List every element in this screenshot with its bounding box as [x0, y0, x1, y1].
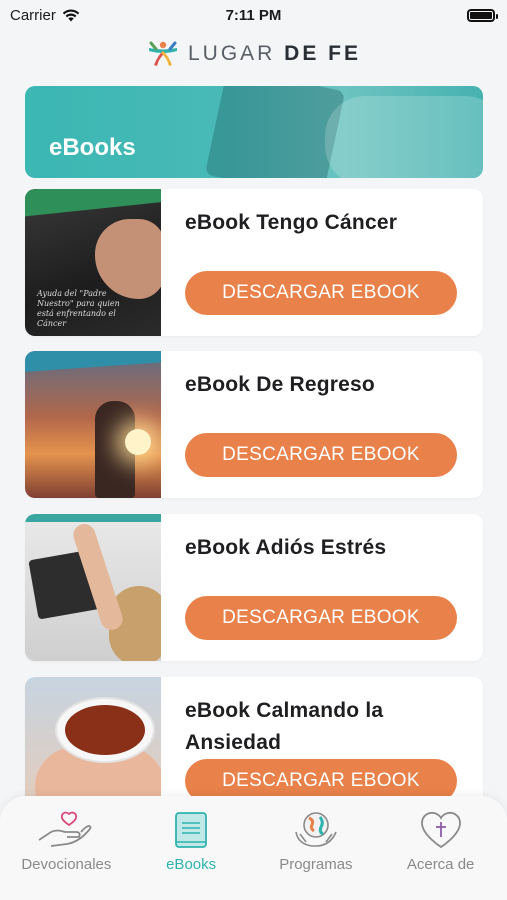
status-bar: Carrier 7:11 PM	[0, 0, 507, 30]
cover-band	[25, 514, 161, 522]
tab-label: Devocionales	[21, 856, 112, 873]
brand-name: LUGAR DE FE	[188, 42, 361, 66]
brand-header: LUGAR DE FE	[0, 34, 507, 74]
tab-acerca-de[interactable]: Acerca de	[381, 810, 501, 900]
ebook-title: eBook Adiós Estrés	[185, 536, 387, 559]
hero-tablet-graphic	[204, 86, 346, 178]
ebook-cover-image	[25, 351, 161, 498]
heart-cross-icon	[420, 811, 461, 849]
ebook-card: eBook Adiós Estrés DESCARGAR EBOOK	[25, 514, 483, 661]
ebook-cover-image	[25, 514, 161, 661]
ebooks-hero-banner: eBooks	[25, 86, 483, 178]
cover-figure	[95, 219, 161, 299]
tab-devocionales[interactable]: Devocionales	[6, 810, 126, 900]
carrier-label: Carrier	[10, 6, 56, 24]
lugar-de-fe-logo-icon	[148, 41, 177, 66]
battery-fill	[470, 11, 492, 19]
tab-label: eBooks	[166, 856, 217, 873]
tab-bar: Devocionales eBooks Programas Acerca de	[0, 796, 507, 900]
ebook-title: eBook Calmando la Ansiedad	[185, 699, 384, 754]
battery-icon	[467, 8, 498, 22]
download-ebook-button[interactable]: DESCARGAR EBOOK	[185, 433, 457, 477]
hero-hand-graphic	[325, 96, 483, 178]
ebook-cover-image: Ayuda del "Padre Nuestro" para quien est…	[25, 189, 161, 336]
tab-programas[interactable]: Programas	[256, 810, 376, 900]
book-icon	[175, 812, 208, 848]
ebook-card: Ayuda del "Padre Nuestro" para quien est…	[25, 189, 483, 336]
download-ebook-button[interactable]: DESCARGAR EBOOK	[185, 596, 457, 640]
tab-label: Programas	[279, 856, 353, 873]
brand-name-light: LUGAR	[187, 42, 276, 65]
ebook-card: eBook De Regreso DESCARGAR EBOOK	[25, 351, 483, 498]
cover-band	[25, 351, 161, 373]
brand-name-bold: DE FE	[284, 42, 362, 65]
download-ebook-button[interactable]: DESCARGAR EBOOK	[185, 271, 457, 315]
tab-ebooks[interactable]: eBooks	[131, 810, 251, 900]
ebook-title: eBook De Regreso	[185, 373, 375, 396]
ebook-title: eBook Tengo Cáncer	[185, 211, 398, 234]
cover-band	[25, 189, 161, 218]
cover-text: Ayuda del "Padre Nuestro" para quien est…	[37, 289, 120, 328]
wifi-icon	[62, 8, 80, 21]
globe-hands-icon	[295, 812, 337, 847]
cover-sun	[125, 429, 151, 455]
page-title: eBooks	[49, 134, 136, 161]
tab-label: Acerca de	[406, 856, 475, 873]
status-left: Carrier	[10, 7, 80, 24]
cover-tea	[65, 705, 145, 755]
heart-hand-icon	[38, 811, 92, 847]
